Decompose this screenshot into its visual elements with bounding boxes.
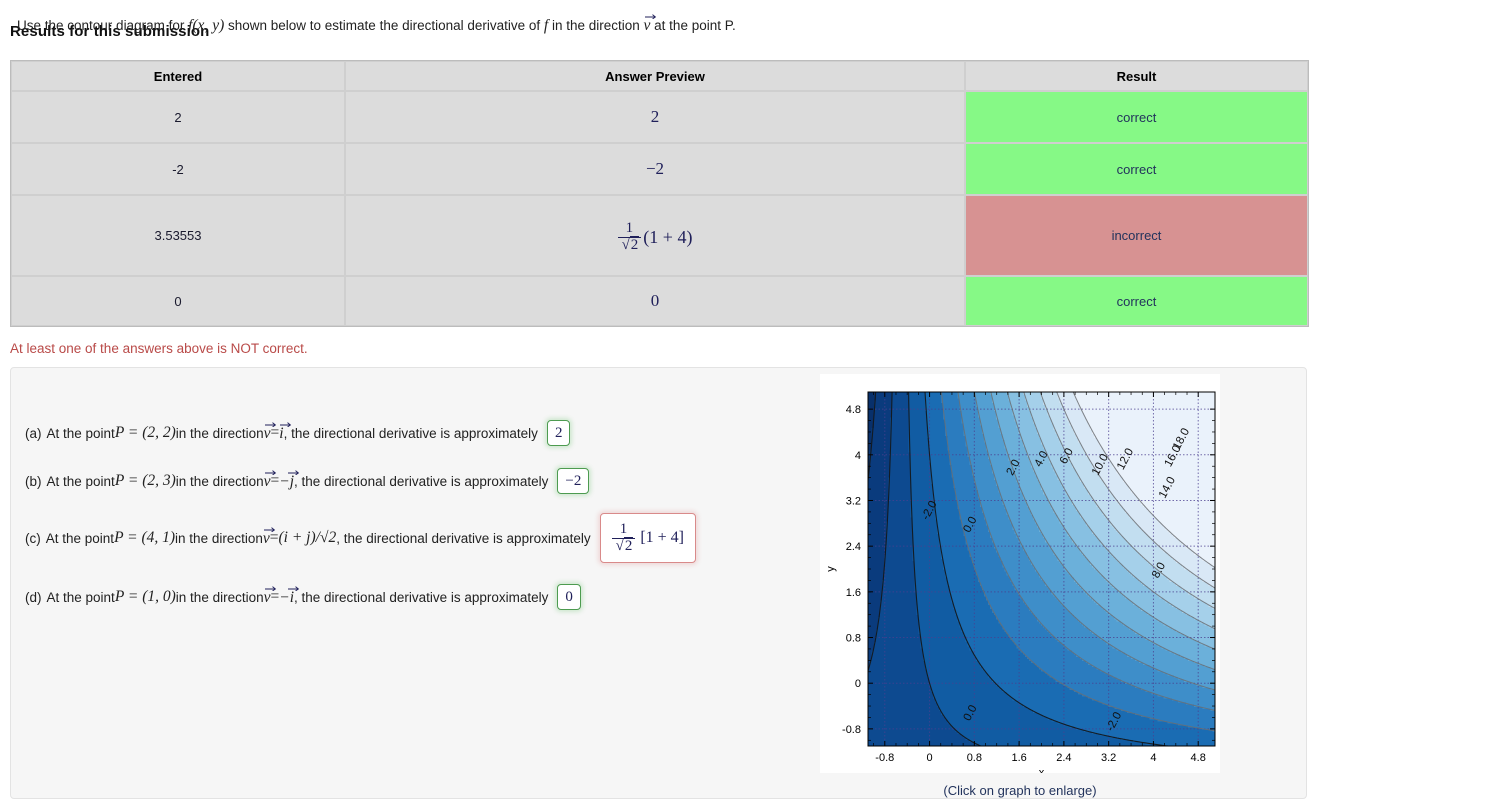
answer-input-b[interactable]: −2 <box>557 468 590 494</box>
vector-v-icon: v <box>264 585 276 607</box>
part-c-text-1: At the point <box>46 531 114 546</box>
contour-graph-card[interactable]: -2.0 0.0 0.0 2.0 4.0 6.0 8.0 10.0 12.0 14.0 16.0 18… <box>820 374 1220 773</box>
vector-arrow-icon <box>644 13 656 19</box>
vector-v-icon: v <box>264 469 276 491</box>
vector-arrow-icon <box>264 421 276 427</box>
answer-input-a[interactable]: 2 <box>546 420 571 446</box>
incorrect-warning-message: At least one of the answers above is NOT… <box>10 341 308 356</box>
part-d-text-1: At the point <box>47 590 115 605</box>
table-header-row: Entered Answer Preview Result <box>11 61 1308 91</box>
part-b-dir-rhs: −j <box>279 473 294 490</box>
cell-entered: -2 <box>11 143 345 195</box>
fraction: 1 √2 <box>611 521 636 555</box>
answer-c-expression: 1 √2 [1 + 4] <box>611 521 684 555</box>
question-part-a: (a) At the point P = (2, 2) in the direct… <box>25 420 571 446</box>
part-c-point: P = (4, 1) <box>114 529 175 547</box>
part-b-text-2: in the direction <box>176 474 264 489</box>
cell-answer-preview: −2 <box>345 143 965 195</box>
part-a-dir-rhs: i <box>279 425 283 442</box>
column-header-entered: Entered <box>11 61 345 91</box>
vector-arrow-icon <box>264 585 276 591</box>
cell-result-status: incorrect <box>965 195 1308 276</box>
prompt-text-2: shown below to estimate the directional … <box>224 18 544 33</box>
radical-symbol: √ <box>616 538 624 554</box>
contour-plot[interactable]: -2.00.00.02.0 4.0 6.08.010.0 12.014.016.018… <box>820 374 1220 773</box>
fraction-numerator: 1 <box>622 220 638 237</box>
part-c-dir-lhs: v <box>263 530 270 547</box>
part-d-dir-rhs: −i <box>279 589 294 606</box>
column-header-result: Result <box>965 61 1308 91</box>
answer-input-d[interactable]: 0 <box>557 584 581 610</box>
radicand: 2 <box>623 536 634 554</box>
fraction: 1 √2 <box>617 220 642 254</box>
fraction-denominator: √2 <box>612 536 636 555</box>
prompt-text-3: in the direction <box>548 18 643 33</box>
part-a-point: P = (2, 2) <box>115 424 176 442</box>
fraction-numerator: 1 <box>616 521 632 538</box>
prompt-text-1: Use the contour diagram for <box>17 18 188 33</box>
column-header-answer-preview: Answer Preview <box>345 61 965 91</box>
part-d-text-3: , the directional derivative is approxim… <box>294 590 548 605</box>
problem-prompt: Use the contour diagram for f(x, y) show… <box>17 13 736 35</box>
vector-v-icon: v <box>644 13 656 35</box>
graph-click-caption: (Click on graph to enlarge) <box>820 783 1220 798</box>
cell-answer-preview: 0 <box>345 276 965 326</box>
part-c-text-2: in the direction <box>175 531 263 546</box>
part-c-text-3: , the directional derivative is approxim… <box>336 531 590 546</box>
vector-arrow-icon <box>287 585 300 591</box>
table-row: 0 0 correct <box>11 276 1308 326</box>
vector-i-icon: −i <box>279 585 300 607</box>
part-a-text-2: in the direction <box>176 426 264 441</box>
table-row: 2 2 correct <box>11 91 1308 143</box>
vector-v-icon: v <box>263 526 276 548</box>
vector-arrow-icon <box>264 469 276 475</box>
question-part-b: (b) At the point P = (2, 3) in the direct… <box>25 468 590 494</box>
vector-arrow-icon <box>263 526 276 532</box>
part-d-text-2: in the direction <box>176 590 264 605</box>
question-part-c: (c) At the point P = (4, 1) in the direct… <box>25 513 697 563</box>
part-label-a: (a) <box>25 426 42 441</box>
fraction-trailing-term: [1 + 4] <box>640 529 684 547</box>
cell-result-status: correct <box>965 276 1308 326</box>
part-label-b: (b) <box>25 474 42 489</box>
part-label-c: (c) <box>25 531 41 546</box>
cell-entered: 3.53553 <box>11 195 345 276</box>
part-d-dir-lhs: v <box>264 589 271 606</box>
table-row: -2 −2 correct <box>11 143 1308 195</box>
part-a-text-1: At the point <box>47 426 115 441</box>
cell-entered: 0 <box>11 276 345 326</box>
submission-results-page: Results for this submission Entered Answ… <box>0 0 1501 799</box>
vector-arrow-icon <box>287 469 300 475</box>
part-label-d: (d) <box>25 590 42 605</box>
part-a-dir-lhs: v <box>264 425 271 442</box>
part-b-point: P = (2, 3) <box>115 472 176 490</box>
table-row: 3.53553 1 √2 (1 + 4) incorrect <box>11 195 1308 276</box>
results-table: Entered Answer Preview Result 2 2 correc… <box>10 60 1309 327</box>
prompt-vector-v: v <box>644 17 651 34</box>
vector-i-icon: i <box>279 421 292 443</box>
part-b-dir-lhs: v <box>264 473 271 490</box>
fraction-trailing-term: (1 + 4) <box>643 227 692 248</box>
vector-v-icon: v <box>264 421 276 443</box>
prompt-function-fxy: f(x, y) <box>188 17 224 34</box>
part-b-text-1: At the point <box>47 474 115 489</box>
question-part-d: (d) At the point P = (1, 0) in the direct… <box>25 584 581 610</box>
part-b-text-3: , the directional derivative is approxim… <box>294 474 548 489</box>
part-d-point: P = (1, 0) <box>115 588 176 606</box>
cell-entered: 2 <box>11 91 345 143</box>
radical-symbol: √ <box>622 237 630 253</box>
part-c-dir-rhs: (i + j)/√2 <box>279 529 337 547</box>
vector-arrow-icon <box>279 421 292 427</box>
part-a-text-3: , the directional derivative is approxim… <box>284 426 538 441</box>
cell-answer-preview: 2 <box>345 91 965 143</box>
answer-input-c[interactable]: 1 √2 [1 + 4] <box>599 513 697 563</box>
vector-j-icon: −j <box>279 469 300 491</box>
prompt-text-4: at the point P. <box>650 18 736 33</box>
fraction-expression: 1 √2 (1 + 4) <box>617 220 692 254</box>
fraction-denominator: √2 <box>618 236 642 254</box>
cell-answer-preview: 1 √2 (1 + 4) <box>345 195 965 276</box>
radicand: 2 <box>629 236 640 253</box>
cell-result-status: correct <box>965 143 1308 195</box>
cell-result-status: correct <box>965 91 1308 143</box>
